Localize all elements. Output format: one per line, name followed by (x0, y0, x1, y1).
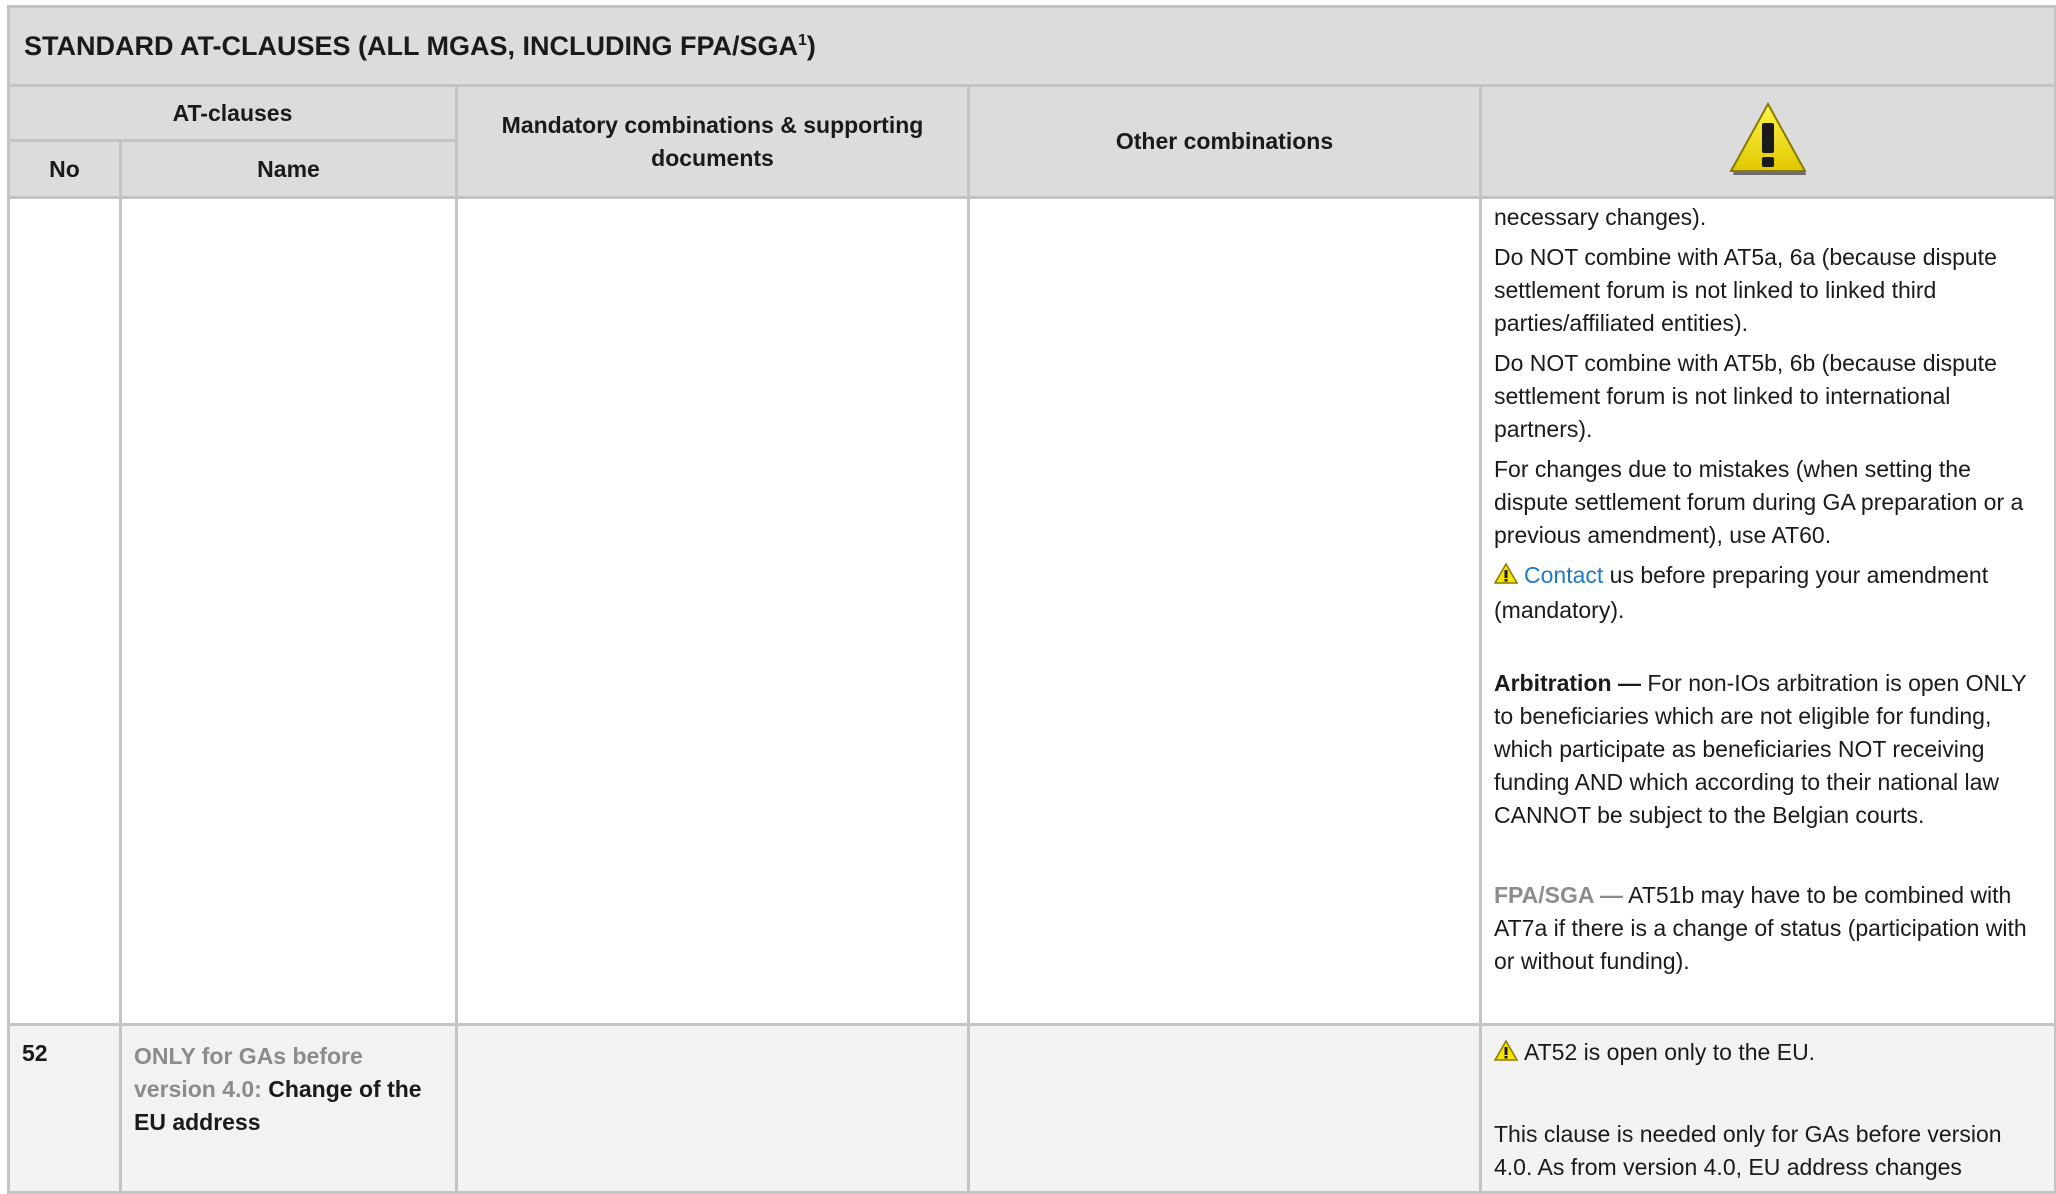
document-page: STANDARD AT-CLAUSES (ALL MGAS, INCLUDING… (0, 0, 2056, 1194)
row1-mandatory-cell (455, 196, 970, 1026)
table-title: STANDARD AT-CLAUSES (ALL MGAS, INCLUDING… (6, 5, 2056, 87)
table-title-text: STANDARD AT-CLAUSES (ALL MGAS, INCLUDING… (24, 30, 798, 61)
note-paragraph: necessary changes). (1494, 204, 1707, 230)
row2-mandatory-cell (455, 1023, 970, 1194)
row2-other-cell (967, 1023, 1482, 1194)
header-mandatory: Mandatory combinations & supporting docu… (455, 84, 970, 199)
note-text: AT52 is open only to the EU. (1524, 1039, 1816, 1065)
footnote-marker[interactable]: 1 (798, 32, 807, 49)
note-paragraph: Do NOT combine with AT5b, 6b (because di… (1494, 350, 1997, 442)
row2-notes-cell: AT52 is open only to the EU. This clause… (1478, 1023, 2056, 1194)
header-mandatory-text: Mandatory combinations & supporting docu… (501, 111, 924, 171)
at-clauses-table: STANDARD AT-CLAUSES (ALL MGAS, INCLUDING… (6, 5, 2056, 1194)
note-paragraph: AT52 is open only to the EU. (1493, 1036, 2042, 1071)
header-warning (1478, 84, 2056, 199)
contact-link[interactable]: Contact (1524, 562, 1603, 588)
note-paragraph: Contact us before preparing your amendme… (1493, 559, 2042, 627)
warning-icon (1493, 1038, 1519, 1071)
warning-icon (1493, 561, 1519, 594)
table-title-close: ) (806, 30, 816, 61)
table-row: 52 ONLY for GAs before version 4.0: Chan… (7, 1023, 2056, 1194)
row1-notes-cell: necessary changes). Do NOT combine with … (1478, 196, 2056, 1026)
fpa-sga-paragraph: FPA/SGA — AT51b may have to be combined … (1494, 879, 2042, 978)
row1-other-cell (967, 196, 1482, 1026)
note-paragraph: This clause is needed only for GAs befor… (1494, 1121, 2002, 1180)
arbitration-paragraph: Arbitration — For non-IOs arbitration is… (1494, 667, 2042, 832)
header-other: Other combinations (967, 84, 1482, 199)
row1-name-cell (119, 196, 458, 1026)
header-name: Name (119, 139, 458, 199)
row2-no: 52 (7, 1023, 122, 1194)
header-no: No (7, 139, 122, 199)
row1-no-cell (7, 196, 122, 1026)
row2-name: ONLY for GAs before version 4.0: Change … (119, 1023, 458, 1194)
fpa-sga-label: FPA/SGA — (1494, 882, 1624, 908)
header-at-clauses: AT-clauses (7, 84, 458, 142)
arbitration-label: Arbitration — (1494, 670, 1641, 696)
note-paragraph: Do NOT combine with AT5a, 6a (because di… (1494, 244, 1997, 336)
table-row: necessary changes). Do NOT combine with … (7, 196, 2056, 1026)
note-paragraph: For changes due to mistakes (when settin… (1494, 456, 2024, 548)
warning-triangle-icon (1728, 101, 1808, 183)
